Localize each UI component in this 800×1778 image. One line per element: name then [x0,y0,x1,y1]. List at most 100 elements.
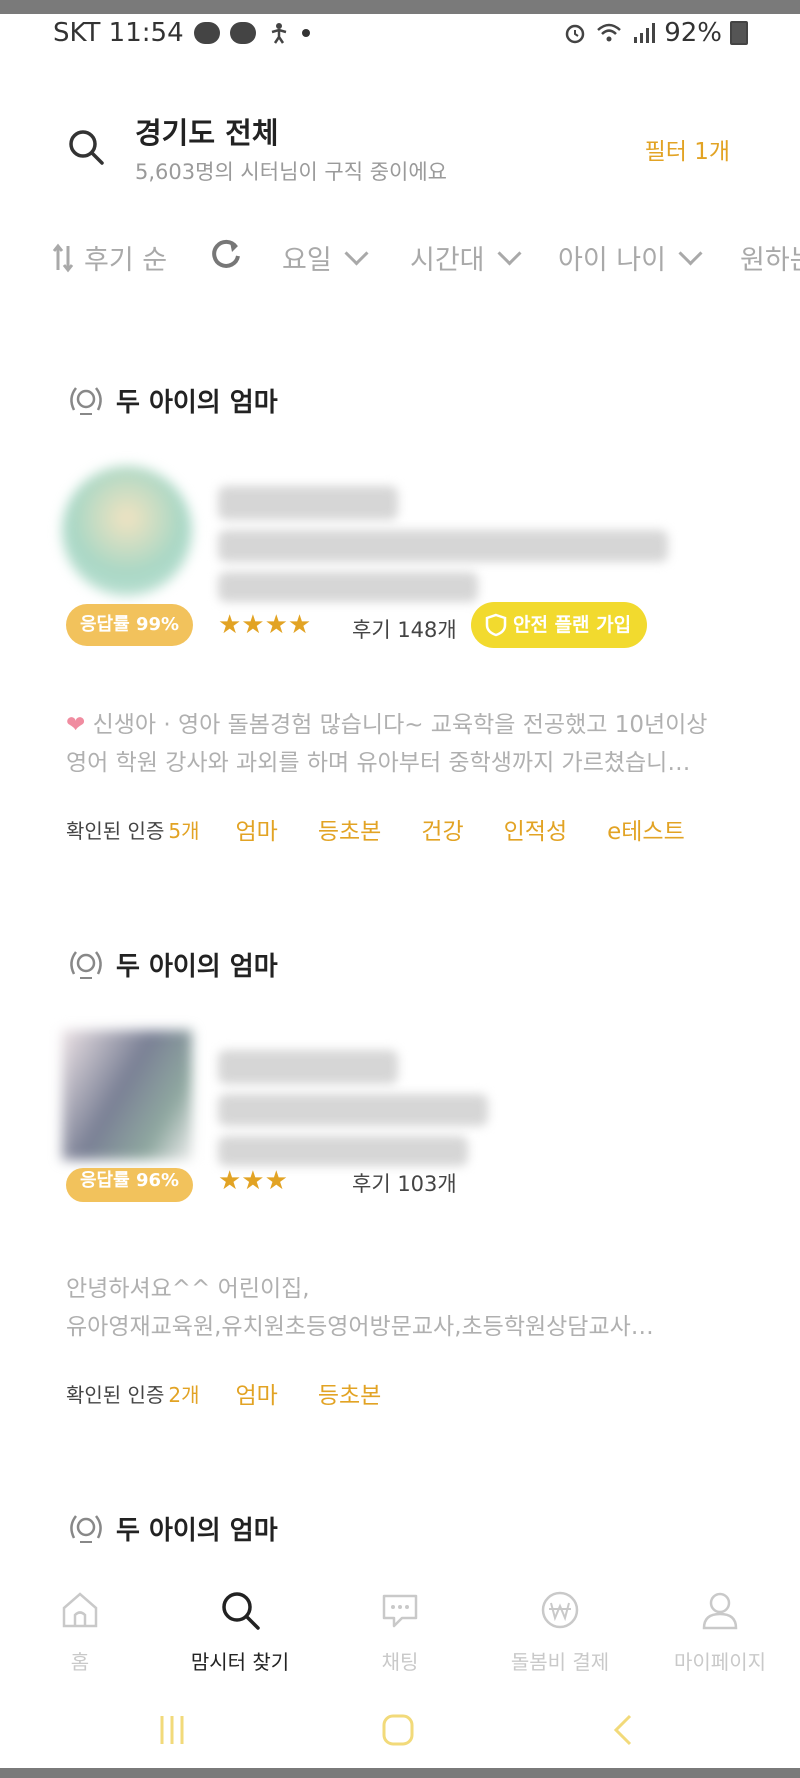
signal-icon [634,23,656,43]
system-navigation-bar [0,1700,800,1760]
accessibility-icon [271,23,286,44]
time-filter-dropdown[interactable]: 시간대 [410,238,522,277]
avatar[interactable] [62,466,192,596]
blurred-info-line [218,1136,468,1166]
cert-tag: 등초본 [317,819,382,845]
home-button-icon[interactable] [378,1712,418,1748]
badge-header: 두 아이의 엄마 [66,1508,278,1548]
badge-header: 두 아이의 엄마 [66,380,278,420]
nav-find-sitter[interactable]: 맘시터 찾기 [170,1588,310,1675]
badge-label: 두 아이의 엄마 [116,951,278,982]
cert-tag: 엄마 [235,1383,278,1409]
nav-home-label: 홈 [70,1650,90,1674]
safety-plan-badge: 안전 플랜 가입 [471,602,648,648]
laurel-badge-icon [70,951,102,979]
certs-count: 2개 [168,1382,200,1407]
search-icon [222,1592,260,1630]
blurred-name [218,486,398,520]
sort-icon [52,243,74,272]
blog-notification-icon [193,22,220,44]
sitter-card[interactable]: 두 아이의 엄마 [0,1508,800,1568]
nav-chat-label: 채팅 [381,1650,419,1674]
chat-icon [382,1594,418,1628]
nav-mypage[interactable]: 마이페이지 [650,1588,790,1675]
search-header[interactable]: 경기도 전체 5,603명의 시터님이 구직 중이에요 필터 1개 [0,100,800,200]
talk-notification-icon [229,22,256,44]
response-rate-badge: 응답률 99% [66,604,194,646]
back-icon[interactable] [604,1712,644,1748]
sort-button[interactable]: 후기 순 [52,238,167,277]
filter-bar: 후기 순 요일 시간대 아이 나이 원하는 [52,232,800,282]
sitter-card[interactable]: 두 아이의 엄마 응답률 99% ★★★★ 후기 148개 안전 플랜 가입 ❤… [0,380,800,860]
chevron-down-icon [678,241,703,266]
more-filter-label: 원하는 [740,245,800,276]
nav-find-sitter-label: 맘시터 찾기 [190,1650,290,1674]
nav-payment[interactable]: 돌봄비 결제 [490,1588,630,1675]
region-title[interactable]: 경기도 전체 [135,110,279,152]
filter-button[interactable]: 필터 1개 [645,132,730,166]
wifi-icon [597,23,622,42]
nav-home[interactable]: 홈 [10,1588,150,1675]
sitter-description: ❤ 신생아 · 영아 돌봄경험 많습니다~ 교육학을 전공했고 10년이상 영어… [66,706,746,782]
sort-label: 후기 순 [84,245,168,276]
blurred-info-line [218,530,668,562]
response-rate-badge: 응답률 96% [66,1168,194,1202]
certs-label: 확인된 인증 [66,1382,165,1407]
day-filter-label: 요일 [282,245,332,276]
blurred-info-line [218,572,478,602]
cert-tag: 인적성 [503,819,568,845]
certs-label: 확인된 인증 [66,818,165,843]
top-frame-bar [0,0,800,14]
rating-stars: ★★★ [218,1166,288,1196]
description-line: 유아영재교육원,유치원초등영어방문교사,초등학원상담교사… [66,1314,654,1340]
time-filter-label: 시간대 [410,245,485,276]
search-icon[interactable] [66,127,106,167]
rating-stars: ★★★★ [218,610,312,640]
nav-chat[interactable]: 채팅 [330,1588,470,1675]
bottom-navigation: 홈 맘시터 찾기 채팅 돌봄비 결제 마이페이지 [0,1578,800,1688]
certs-count: 5개 [168,818,200,843]
recent-apps-icon[interactable] [152,1712,192,1748]
sitter-description: 안녕하셔요^^ 어린이집, 유아영재교육원,유치원초등영어방문교사,초등학원상담… [66,1270,746,1346]
certification-row: 확인된 인증 2개 엄마 등초본 [66,1376,381,1410]
chevron-down-icon [344,241,369,266]
badge-label: 두 아이의 엄마 [116,387,278,418]
cert-tag: 건강 [421,819,464,845]
nav-payment-label: 돌봄비 결제 [510,1650,610,1674]
review-count[interactable]: 후기 103개 [352,1168,457,1198]
home-icon [62,1592,98,1628]
badge-label: 두 아이의 엄마 [116,1515,278,1546]
refresh-button[interactable] [210,238,242,270]
certification-row: 확인된 인증 5개 엄마 등초본 건강 인적성 e테스트 [66,812,685,846]
age-filter-dropdown[interactable]: 아이 나이 [558,238,703,277]
laurel-badge-icon [70,387,102,415]
blurred-info-line [218,1094,488,1126]
description-line: 신생아 · 영아 돌봄경험 많습니다~ 교육학을 전공했고 10년이상 [92,712,708,738]
chevron-down-icon [497,241,522,266]
status-bar: SKT 11:54 92% [0,14,800,54]
day-filter-dropdown[interactable]: 요일 [282,238,369,277]
battery-icon [730,21,748,45]
cert-tag: 등초본 [317,1383,382,1409]
nav-mypage-label: 마이페이지 [674,1650,766,1674]
carrier-time: SKT 11:54 [53,18,184,48]
sitter-count-subtitle: 5,603명의 시터님이 구직 중이에요 [135,160,447,184]
shield-icon [485,613,507,637]
blurred-name [218,1050,398,1084]
description-line: 영어 학원 강사와 과외를 하며 유아부터 중학생까지 가르쳤습니… [66,750,691,776]
cert-tag: e테스트 [607,819,685,845]
description-line: 안녕하셔요^^ 어린이집, [66,1276,310,1302]
won-icon [541,1591,579,1629]
review-count[interactable]: 후기 148개 [352,614,457,644]
battery-percent: 92% [664,18,722,48]
avatar[interactable] [62,1030,192,1160]
laurel-badge-icon [70,1515,102,1543]
bottom-frame-bar [0,1768,800,1778]
sitter-card[interactable]: 두 아이의 엄마 응답률 96% ★★★ 후기 103개 안녕하셔요^^ 어린이… [0,944,800,1424]
cert-tag: 엄마 [235,819,278,845]
safety-plan-label: 안전 플랜 가입 [513,614,632,636]
more-filter-dropdown[interactable]: 원하는 [740,238,800,277]
refresh-icon [212,239,240,268]
heart-icon: ❤ [66,712,86,738]
user-icon [702,1592,738,1630]
